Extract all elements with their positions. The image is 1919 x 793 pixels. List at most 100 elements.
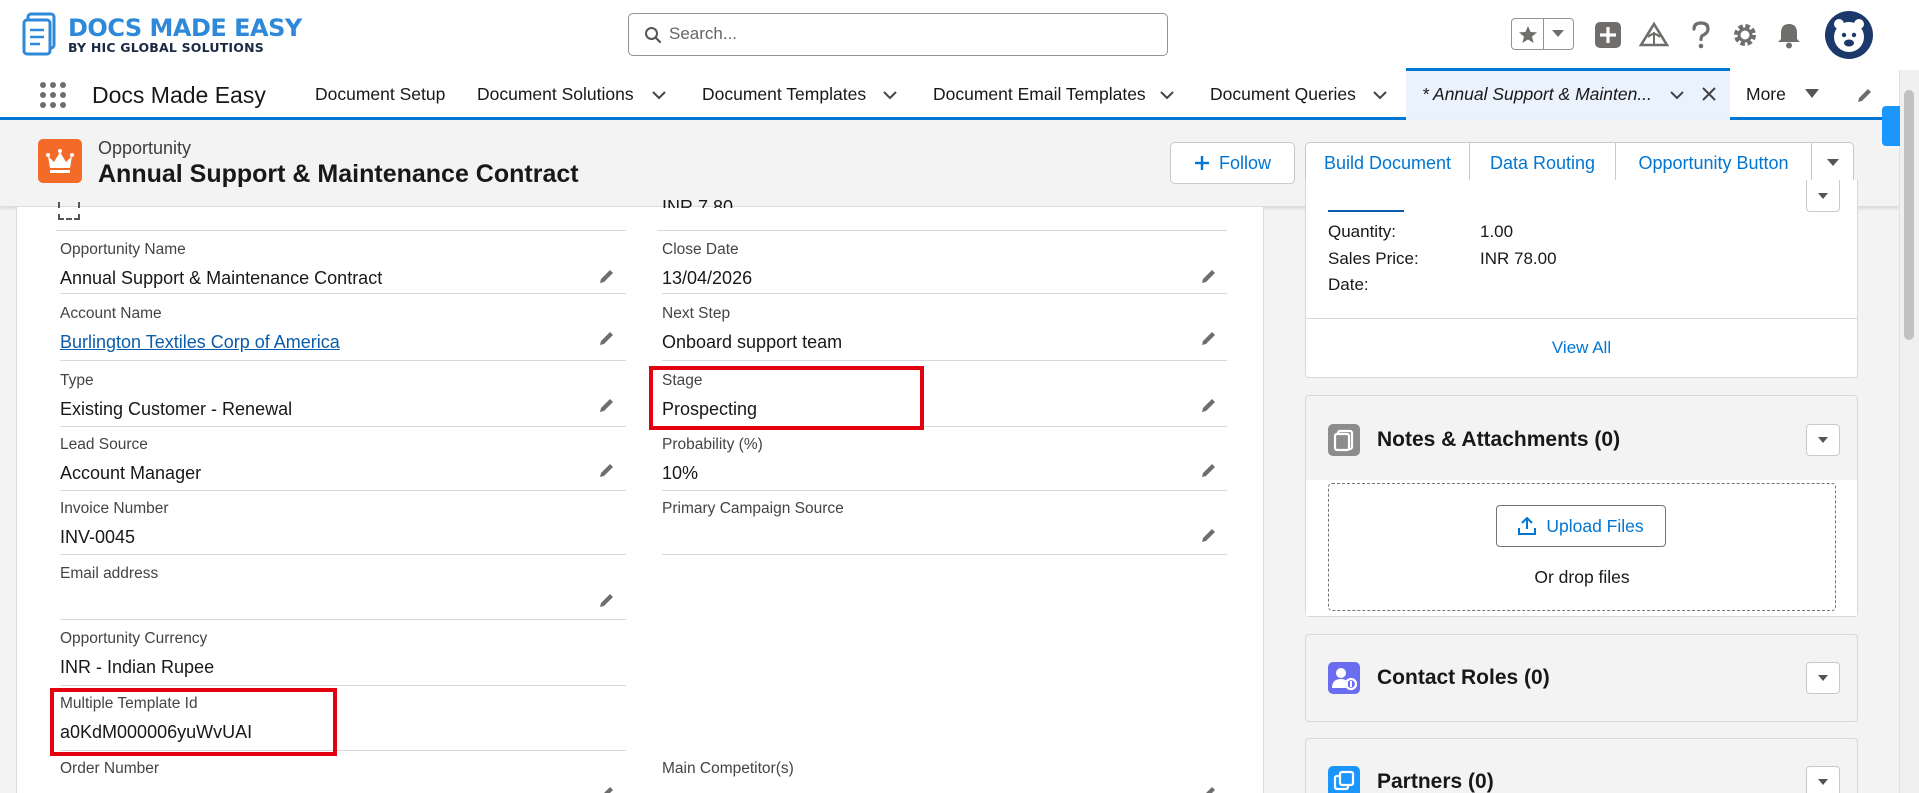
partners-title[interactable]: Partners (0) bbox=[1377, 770, 1494, 793]
edit-pencil-icon[interactable] bbox=[1200, 329, 1218, 347]
nav-item-document-setup[interactable]: Document Setup bbox=[315, 84, 445, 105]
app-launcher-icon[interactable] bbox=[38, 80, 68, 110]
opportunity-crown-icon bbox=[38, 139, 82, 183]
products-card-menu[interactable] bbox=[1806, 180, 1840, 212]
partial-checkbox-icon bbox=[58, 202, 80, 220]
app-name: Docs Made Easy bbox=[92, 82, 266, 108]
chevron-down-icon[interactable] bbox=[1370, 85, 1390, 105]
edit-pencil-icon[interactable] bbox=[598, 784, 616, 793]
user-avatar[interactable] bbox=[1825, 11, 1873, 59]
edit-pencil-icon[interactable] bbox=[1200, 526, 1218, 544]
edit-pencil-icon[interactable] bbox=[598, 329, 616, 347]
field-value: 10% bbox=[662, 463, 699, 483]
notes-card-title[interactable]: Notes & Attachments (0) bbox=[1377, 428, 1620, 452]
scrollbar-thumb[interactable] bbox=[1904, 90, 1914, 340]
upload-files-button[interactable]: Upload Files bbox=[1496, 505, 1666, 547]
view-all-link[interactable]: View All bbox=[1306, 338, 1857, 358]
edit-pencil-icon[interactable] bbox=[598, 591, 616, 609]
utility-panel-tab[interactable] bbox=[1882, 106, 1900, 146]
edit-pencil-icon[interactable] bbox=[1200, 267, 1218, 285]
search-input[interactable] bbox=[669, 22, 1149, 46]
close-tab-icon[interactable] bbox=[1701, 86, 1717, 102]
notes-card-menu[interactable] bbox=[1806, 424, 1840, 456]
chevron-down-icon[interactable] bbox=[880, 85, 900, 105]
follow-button[interactable]: Follow bbox=[1170, 142, 1295, 184]
kv-value: 1.00 bbox=[1480, 222, 1514, 241]
field-value: Account Manager bbox=[60, 463, 202, 483]
record-title: Annual Support & Maintenance Contract bbox=[98, 160, 579, 188]
global-add-icon[interactable] bbox=[1591, 18, 1625, 52]
more-chevron-icon[interactable] bbox=[1804, 88, 1820, 100]
field-label: Opportunity Name bbox=[60, 241, 186, 258]
edit-pencil-icon[interactable] bbox=[1200, 396, 1218, 414]
divider bbox=[56, 230, 626, 231]
field-opportunity-currency: Opportunity Currency INR - Indian Rupee bbox=[60, 630, 626, 686]
help-icon[interactable] bbox=[1684, 18, 1718, 52]
partners-menu[interactable] bbox=[1806, 766, 1840, 793]
chevron-down-icon[interactable] bbox=[1157, 85, 1177, 105]
app-logo[interactable]: DOCS MADE EASY BY HIC GLOBAL SOLUTIONS bbox=[20, 10, 302, 60]
plus-icon bbox=[1194, 156, 1209, 170]
field-value: INR - Indian Rupee bbox=[60, 657, 215, 677]
notifications-bell-icon[interactable] bbox=[1772, 18, 1806, 52]
field-label: Email address bbox=[60, 565, 159, 582]
contact-roles-title[interactable]: Contact Roles (0) bbox=[1377, 666, 1550, 690]
chevron-down-icon[interactable] bbox=[1667, 85, 1687, 105]
field-label: Account Name bbox=[60, 305, 162, 322]
actions-overflow-button[interactable] bbox=[1812, 142, 1854, 184]
data-routing-button[interactable]: Data Routing bbox=[1470, 142, 1616, 184]
nav-item-document-queries[interactable]: Document Queries bbox=[1210, 84, 1356, 105]
field-account-name: Account Name Burlington Textiles Corp of… bbox=[60, 305, 626, 361]
edit-pencil-icon[interactable] bbox=[598, 461, 616, 479]
search-icon bbox=[645, 27, 662, 44]
edit-pencil-icon[interactable] bbox=[1200, 784, 1218, 793]
edit-pencil-icon[interactable] bbox=[598, 396, 616, 414]
field-value: 13/04/2026 bbox=[662, 268, 753, 288]
field-opportunity-name: Opportunity Name Annual Support & Mainte… bbox=[60, 241, 626, 294]
edit-nav-pencil-icon[interactable] bbox=[1856, 86, 1874, 104]
setup-gear-icon[interactable] bbox=[1728, 18, 1762, 52]
field-label: Invoice Number bbox=[60, 500, 169, 517]
field-primary-campaign-source: Primary Campaign Source bbox=[662, 500, 1227, 555]
field-close-date: Close Date 13/04/2026 bbox=[662, 241, 1227, 294]
partners-icon bbox=[1328, 766, 1360, 793]
global-search[interactable] bbox=[628, 13, 1168, 56]
highlight-box-stage bbox=[649, 366, 924, 430]
field-label: Probability (%) bbox=[662, 436, 763, 453]
record-object-type: Opportunity bbox=[98, 138, 192, 158]
logo-subtitle: BY HIC GLOBAL SOLUTIONS bbox=[68, 40, 264, 55]
follow-label: Follow bbox=[1218, 152, 1271, 173]
favorites-chevron-icon[interactable] bbox=[1551, 29, 1565, 39]
field-value: Annual Support & Maintenance Contract bbox=[60, 268, 383, 288]
active-tab-label: * Annual Support & Mainten... bbox=[1422, 84, 1652, 104]
nav-item-document-email-templates[interactable]: Document Email Templates bbox=[933, 84, 1146, 105]
edit-pencil-icon[interactable] bbox=[1200, 461, 1218, 479]
partial-amount-value: INR 7.80 bbox=[662, 197, 734, 208]
highlight-box-template-id bbox=[50, 688, 337, 756]
field-lead-source: Lead Source Account Manager bbox=[60, 436, 626, 491]
upload-files-label: Upload Files bbox=[1546, 515, 1644, 536]
favorites-button-group[interactable] bbox=[1511, 18, 1574, 50]
field-value: Onboard support team bbox=[662, 332, 843, 352]
build-document-button[interactable]: Build Document bbox=[1305, 142, 1470, 184]
kv-value: INR 78.00 bbox=[1480, 249, 1557, 268]
upload-icon bbox=[1518, 517, 1537, 535]
opportunity-button[interactable]: Opportunity Button bbox=[1616, 142, 1812, 184]
contact-roles-menu[interactable] bbox=[1806, 662, 1840, 694]
field-label: Next Step bbox=[662, 305, 731, 322]
nav-item-document-solutions[interactable]: Document Solutions bbox=[477, 84, 634, 105]
document-logo-icon bbox=[22, 12, 56, 56]
chevron-down-icon[interactable] bbox=[649, 85, 669, 105]
nav-more[interactable]: More bbox=[1746, 84, 1786, 105]
trailhead-icon[interactable] bbox=[1637, 18, 1671, 52]
field-label: Opportunity Currency bbox=[60, 630, 208, 647]
divider bbox=[657, 230, 1227, 231]
edit-pencil-icon[interactable] bbox=[598, 267, 616, 285]
account-name-link[interactable]: Burlington Textiles Corp of America bbox=[60, 332, 340, 353]
field-label: Order Number bbox=[60, 760, 160, 777]
nav-item-document-templates[interactable]: Document Templates bbox=[702, 84, 866, 105]
contact-roles-icon bbox=[1328, 662, 1360, 694]
favorites-star-icon[interactable] bbox=[1518, 25, 1538, 45]
file-drop-zone[interactable] bbox=[1328, 483, 1836, 611]
field-probability: Probability (%) 10% bbox=[662, 436, 1227, 491]
